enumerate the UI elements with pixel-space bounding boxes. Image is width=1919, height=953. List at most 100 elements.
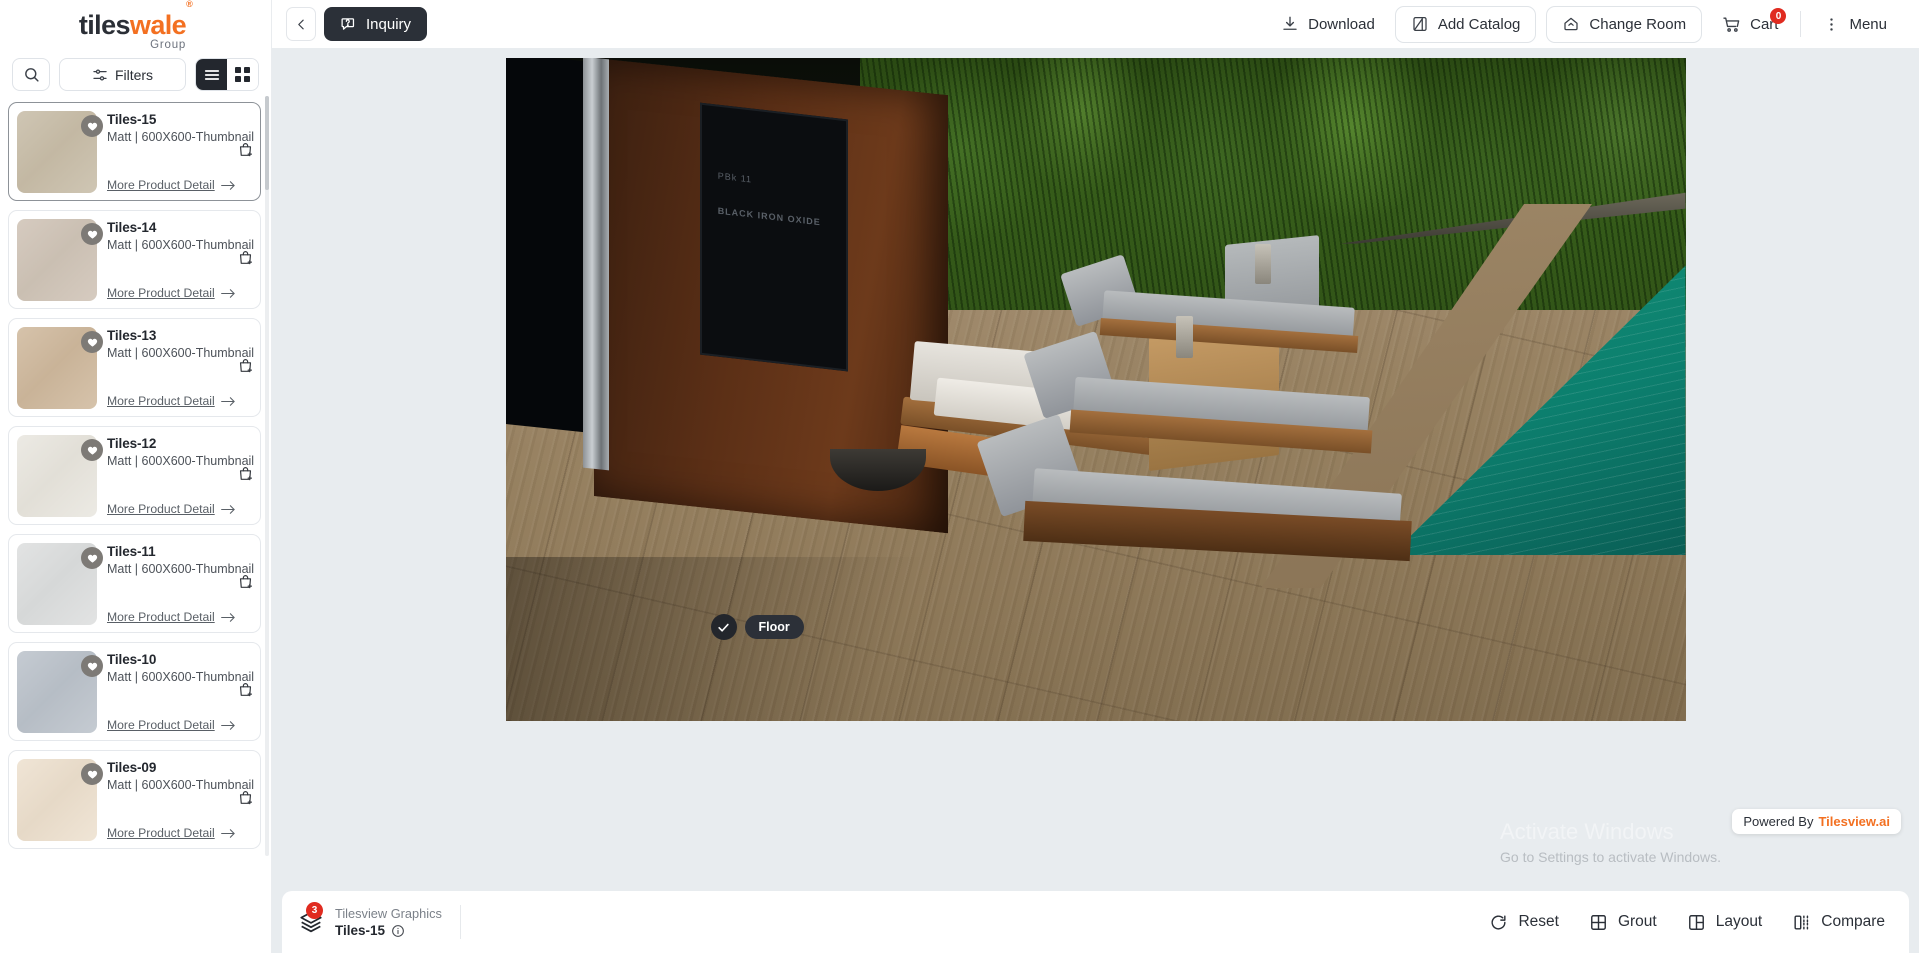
add-to-cart-button[interactable]	[237, 789, 254, 807]
product-card[interactable]: Tiles-09 Matt | 600X600-Thumbnail More Pro…	[8, 750, 261, 849]
filters-button[interactable]: Filters	[59, 58, 186, 91]
surface-selector-floor[interactable]: Floor	[710, 614, 804, 640]
product-thumbnail-wrap	[17, 651, 103, 733]
more-product-detail-link[interactable]: More Product Detail	[107, 610, 254, 624]
sidebar-scrollbar-track[interactable]	[265, 96, 269, 856]
layers-icon-wrapper: 3	[298, 902, 324, 935]
check-icon	[717, 621, 730, 634]
product-card[interactable]: Tiles-12 Matt | 600X600-Thumbnail More Pro…	[8, 426, 261, 525]
search-button[interactable]	[12, 58, 50, 91]
top-toolbar: Inquiry Download Add Catalog Change Room…	[272, 0, 1919, 48]
add-to-cart-button[interactable]	[237, 573, 254, 591]
powered-by-watermark: Powered By Tilesview.ai	[1732, 809, 1901, 834]
logo-subtitle: Group	[150, 39, 187, 52]
more-product-detail-link[interactable]: More Product Detail	[107, 718, 254, 732]
more-product-detail-label: More Product Detail	[107, 286, 215, 300]
floor-chip-label[interactable]: Floor	[744, 615, 804, 639]
download-label: Download	[1308, 15, 1375, 33]
brand-logo[interactable]: tileswale® Group	[0, 0, 271, 58]
grout-icon	[1589, 913, 1608, 932]
toolbar-divider	[1800, 11, 1802, 37]
scene-door-frame	[583, 58, 610, 471]
arrow-right-icon	[220, 180, 236, 191]
product-name: Tiles-15	[107, 112, 157, 127]
grout-button[interactable]: Grout	[1589, 913, 1657, 932]
product-info: Tiles-10 Matt | 600X600-Thumbnail More Pro…	[107, 651, 254, 732]
arrow-right-icon	[220, 288, 236, 299]
info-icon[interactable]	[391, 924, 405, 938]
search-icon	[23, 66, 40, 83]
main-area: Inquiry Download Add Catalog Change Room…	[272, 0, 1919, 953]
favorite-button[interactable]	[81, 331, 103, 353]
sidebar-scrollbar-thumb[interactable]	[265, 96, 269, 190]
add-catalog-button[interactable]: Add Catalog	[1394, 5, 1537, 43]
product-name: Tiles-14	[107, 220, 157, 235]
layers-text-block: Tilesview Graphics Tiles-15	[335, 906, 442, 938]
list-view-button[interactable]	[196, 59, 227, 90]
bottom-divider	[459, 905, 461, 939]
compare-icon	[1792, 913, 1811, 932]
more-product-detail-label: More Product Detail	[107, 178, 215, 192]
layers-info[interactable]: 3 Tilesview Graphics Tiles-15	[298, 902, 460, 938]
product-sidebar: tileswale® Group Filters Tiles-15 Matt |…	[0, 0, 272, 953]
menu-label: Menu	[1849, 15, 1887, 33]
add-to-cart-button[interactable]	[237, 681, 254, 699]
more-product-detail-link[interactable]: More Product Detail	[107, 826, 254, 840]
more-product-detail-label: More Product Detail	[107, 394, 215, 408]
favorite-button[interactable]	[81, 655, 103, 677]
more-product-detail-link[interactable]: More Product Detail	[107, 502, 254, 516]
add-to-cart-button[interactable]	[237, 465, 254, 483]
favorite-button[interactable]	[81, 547, 103, 569]
product-thumbnail-wrap	[17, 111, 103, 193]
product-thumbnail-wrap	[17, 327, 103, 409]
more-product-detail-label: More Product Detail	[107, 826, 215, 840]
product-meta: Matt | 600X600-Thumbnail	[107, 346, 255, 360]
product-meta: Matt | 600X600-Thumbnail	[107, 238, 255, 252]
logo-text-tiles: tiles	[78, 10, 131, 41]
catalog-icon	[1411, 15, 1429, 33]
menu-button[interactable]: Menu	[1813, 7, 1897, 41]
product-meta: Matt | 600X600-Thumbnail	[107, 562, 255, 576]
more-product-detail-link[interactable]: More Product Detail	[107, 286, 254, 300]
product-card[interactable]: Tiles-10 Matt | 600X600-Thumbnail More Pro…	[8, 642, 261, 741]
favorite-button[interactable]	[81, 115, 103, 137]
logo-wordmark: tileswale®	[78, 0, 193, 41]
favorite-button[interactable]	[81, 763, 103, 785]
layers-selected-tile-row: Tiles-15	[335, 923, 442, 938]
more-product-detail-link[interactable]: More Product Detail	[107, 394, 254, 408]
product-card[interactable]: Tiles-15 Matt | 600X600-Thumbnail More Pro…	[8, 102, 261, 201]
product-list[interactable]: Tiles-15 Matt | 600X600-Thumbnail More Pro…	[0, 102, 271, 953]
product-card[interactable]: Tiles-11 Matt | 600X600-Thumbnail More Pro…	[8, 534, 261, 633]
add-to-cart-button[interactable]	[237, 357, 254, 375]
back-button[interactable]	[286, 7, 316, 41]
registered-mark: ®	[186, 0, 193, 10]
room-render-image[interactable]: PBk 11 BLACK IRON OXIDE Floor	[505, 58, 1686, 721]
download-button[interactable]: Download	[1271, 7, 1385, 41]
product-meta: Matt | 600X600-Thumbnail	[107, 130, 255, 144]
compare-button[interactable]: Compare	[1792, 913, 1885, 932]
floor-check-button[interactable]	[710, 614, 737, 640]
wall-art-line2: BLACK IRON OXIDE	[717, 205, 821, 228]
grid-view-button[interactable]	[227, 59, 258, 90]
product-card[interactable]: Tiles-14 Matt | 600X600-Thumbnail More Pro…	[8, 210, 261, 309]
more-product-detail-label: More Product Detail	[107, 502, 215, 516]
favorite-button[interactable]	[81, 223, 103, 245]
product-meta: Matt | 600X600-Thumbnail	[107, 454, 255, 468]
inquiry-chat-icon	[340, 16, 357, 33]
product-card[interactable]: Tiles-13 Matt | 600X600-Thumbnail More Pro…	[8, 318, 261, 417]
add-to-cart-button[interactable]	[237, 249, 254, 267]
layers-selected-tile: Tiles-15	[335, 923, 386, 938]
product-name: Tiles-11	[107, 544, 156, 559]
compare-label: Compare	[1821, 913, 1885, 930]
room-visualizer-canvas[interactable]: PBk 11 BLACK IRON OXIDE Floor Activate W…	[272, 48, 1919, 891]
more-product-detail-link[interactable]: More Product Detail	[107, 178, 254, 192]
inquiry-button[interactable]: Inquiry	[324, 7, 428, 41]
cart-button[interactable]: Cart 0	[1712, 7, 1788, 41]
layout-button[interactable]: Layout	[1687, 913, 1762, 932]
more-vertical-icon	[1823, 16, 1840, 33]
add-to-cart-button[interactable]	[237, 141, 254, 159]
reset-button[interactable]: Reset	[1489, 913, 1559, 932]
favorite-button[interactable]	[81, 439, 103, 461]
list-view-icon	[204, 68, 220, 82]
change-room-button[interactable]: Change Room	[1546, 5, 1703, 43]
